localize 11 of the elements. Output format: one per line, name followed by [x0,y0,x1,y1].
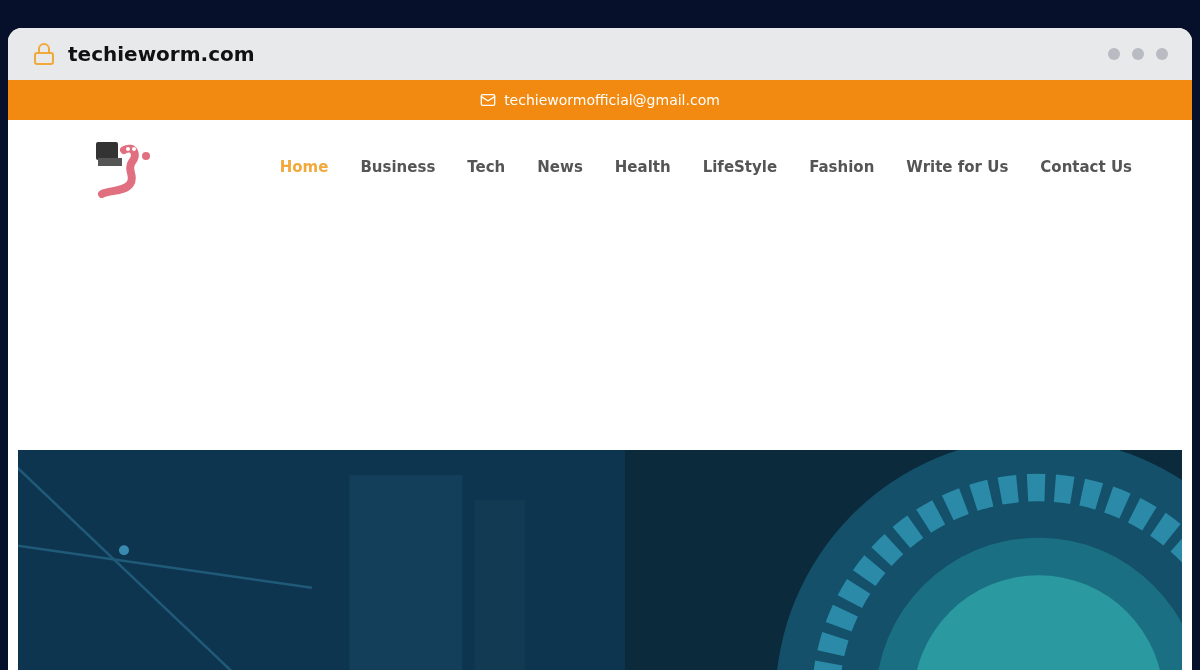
url-text: techieworm.com [68,41,255,68]
nav-link[interactable]: Fashion [809,156,875,179]
nav-link[interactable]: Business [360,156,436,179]
nav-link[interactable]: LifeStyle [702,156,778,179]
nav-link[interactable]: Tech [467,156,506,179]
nav-link[interactable]: Write for Us [906,156,1009,179]
nav-link[interactable]: Contact Us [1040,156,1132,179]
lock-icon [32,42,56,66]
nav-link[interactable]: Health [614,156,671,179]
mail-icon [480,92,497,108]
nav-link[interactable]: News [537,156,583,179]
